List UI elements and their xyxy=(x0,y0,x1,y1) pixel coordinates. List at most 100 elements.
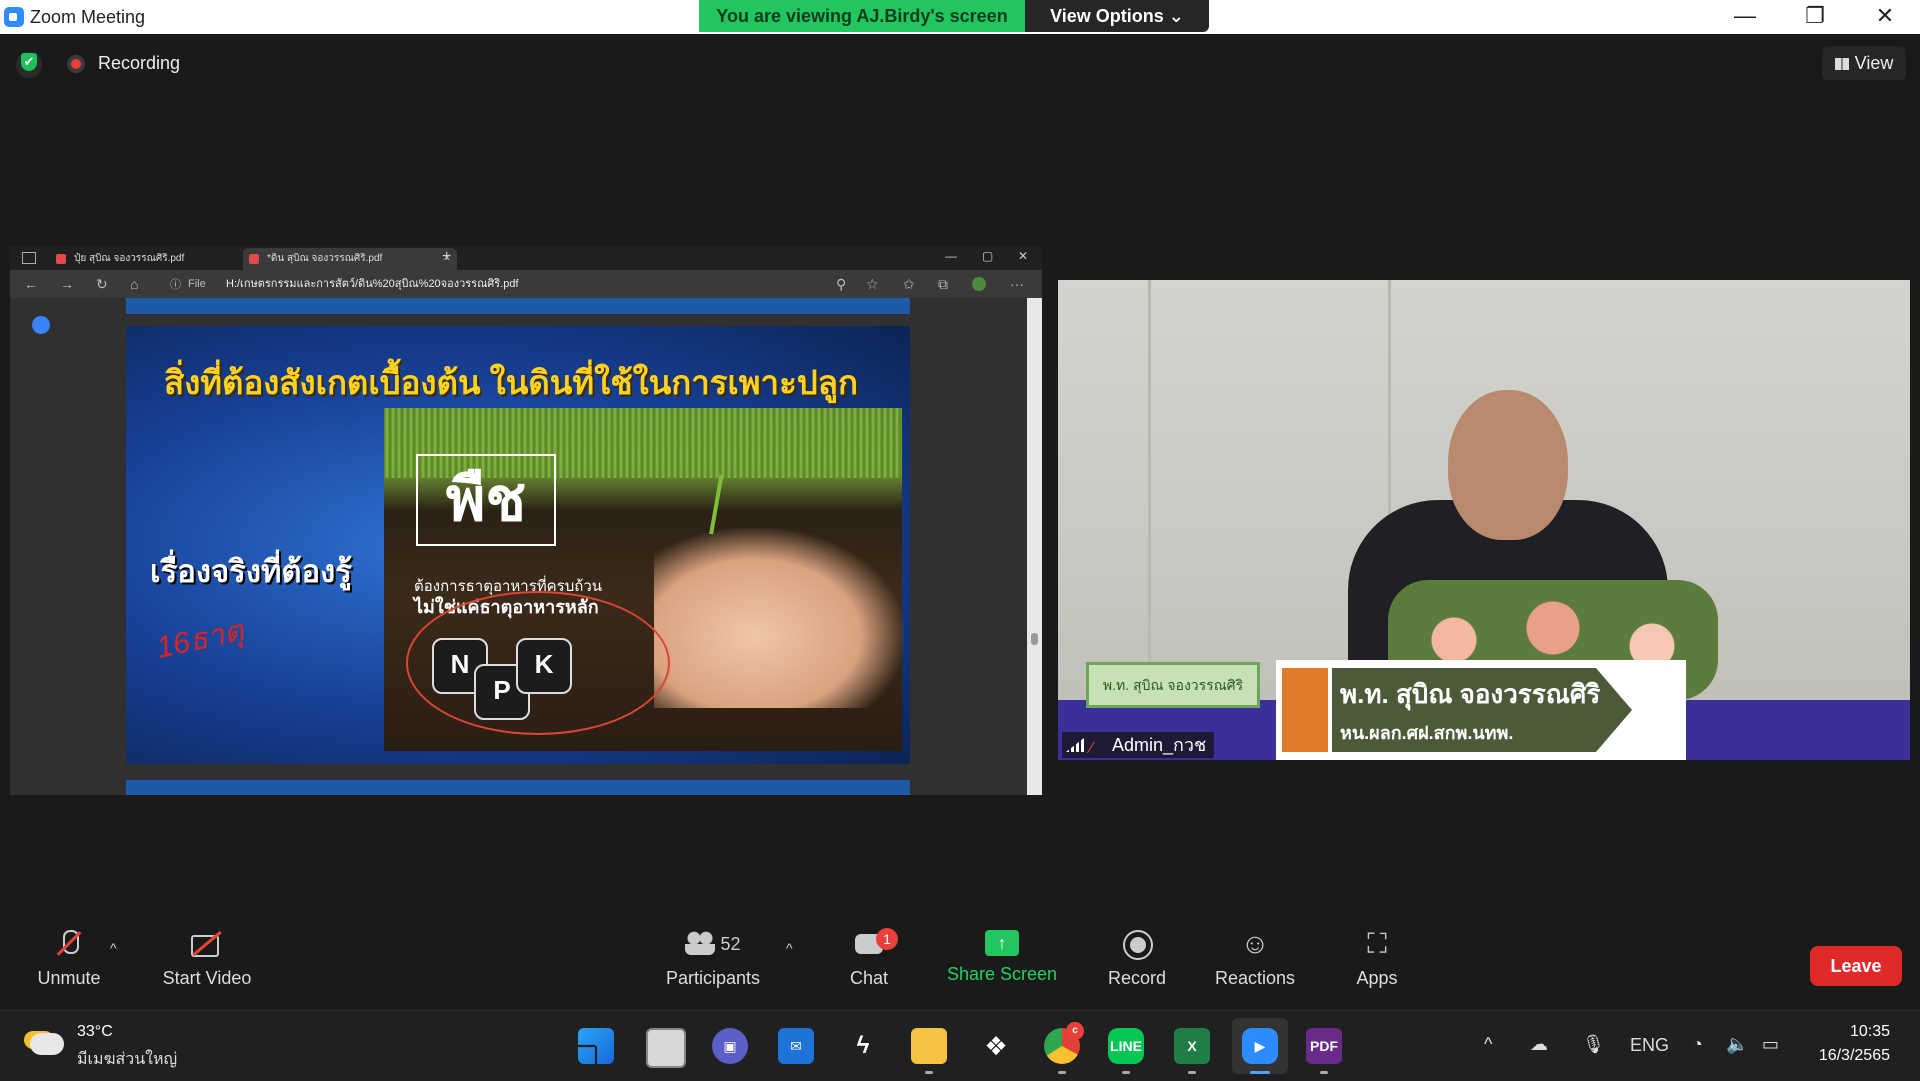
participants-label: Participants xyxy=(665,968,761,988)
zoom-icon[interactable]: ⚲ xyxy=(836,276,846,293)
wifi-icon[interactable]: ◔ xyxy=(1692,1034,1703,1055)
security-shield-icon[interactable] xyxy=(16,52,42,78)
participant-video[interactable]: พ.ท. สุบิณ จองวรรณศิริ พ.ท. สุบิณ จองวรร… xyxy=(1058,280,1910,760)
window-title: Zoom Meeting xyxy=(30,7,146,27)
start-video-button[interactable]: Start Video xyxy=(142,926,272,989)
teams-chat-icon[interactable]: ▣ xyxy=(712,1028,748,1064)
leave-button[interactable]: Leave xyxy=(1810,946,1902,986)
weather-cloud-icon[interactable] xyxy=(30,1033,64,1055)
record-button[interactable]: Record xyxy=(1072,926,1202,989)
pdf-file-icon xyxy=(56,254,66,264)
volume-icon[interactable]: 🔈 xyxy=(1726,1034,1748,1055)
url-field[interactable]: H:/เกษตรกรรมและการสัตว์/ดิน%20สุบิณ%20จอ… xyxy=(226,273,906,295)
home-icon[interactable]: ⌂ xyxy=(130,276,138,292)
chat-button[interactable]: 1 Chat xyxy=(804,926,934,989)
active-indicator xyxy=(1250,1071,1270,1074)
hands-illustration xyxy=(654,528,904,708)
slide-page: สิ่งที่ต้องสังเกตเบื้องต้น ในดินที่ใช้ใน… xyxy=(126,326,910,764)
clock-time[interactable]: 10:35 xyxy=(1830,1023,1890,1041)
scroll-thumb[interactable] xyxy=(1031,633,1038,645)
audio-options-caret-icon[interactable]: ^ xyxy=(110,940,117,956)
unmute-label: Unmute xyxy=(37,968,101,988)
app-lightning-icon[interactable]: ϟ xyxy=(845,1028,881,1064)
unmute-button[interactable]: Unmute xyxy=(4,926,134,989)
pdf-app-icon[interactable]: PDF xyxy=(1306,1028,1342,1064)
share-screen-button[interactable]: ↑ Share Screen xyxy=(937,926,1067,985)
chat-unread-badge: 1 xyxy=(876,928,898,950)
participants-caret-icon[interactable]: ^ xyxy=(786,940,793,956)
weather-description[interactable]: มีเมฆส่วนใหญ่ xyxy=(77,1047,177,1072)
restore-button[interactable]: ❐ xyxy=(1780,0,1850,32)
battery-icon[interactable]: ▭ xyxy=(1762,1034,1779,1055)
back-arrow-icon[interactable]: ← xyxy=(24,276,38,292)
pdf-scrollbar[interactable] xyxy=(1027,298,1042,795)
weather-temperature[interactable]: 33°C xyxy=(77,1023,113,1041)
minimize-button[interactable]: — xyxy=(1710,0,1780,32)
mic-muted-icon: ⁄ xyxy=(1090,740,1093,757)
excel-icon[interactable]: X xyxy=(1174,1028,1210,1064)
favorite-icon[interactable]: ☆ xyxy=(866,276,879,293)
clock-date[interactable]: 16/3/2565 xyxy=(1800,1047,1890,1065)
emoji-plus-icon: ☺ xyxy=(1240,928,1270,959)
language-indicator[interactable]: ENG xyxy=(1630,1035,1669,1056)
onedrive-cloud-icon[interactable]: ☁ xyxy=(1530,1034,1548,1055)
participants-button[interactable]: 52 Participants xyxy=(648,926,778,989)
new-tab-button[interactable]: + xyxy=(442,248,451,266)
windows-start-icon[interactable] xyxy=(578,1028,614,1064)
close-button[interactable]: ✕ xyxy=(1850,0,1920,32)
view-button[interactable]: View xyxy=(1822,46,1906,80)
pen-marker-icon[interactable] xyxy=(32,316,50,334)
signal-strength-icon xyxy=(1066,738,1084,752)
browser-tab-active[interactable]: *ดิน สุบิณ จองวรรณศิริ.pdf ✕ xyxy=(243,248,457,270)
mail-icon[interactable]: ✉ xyxy=(778,1028,814,1064)
slide-title: สิ่งที่ต้องสังเกตเบื้องต้น ในดินที่ใช้ใน… xyxy=(164,364,858,401)
slide-side-text: เรื่องจริงที่ต้องรู้ xyxy=(150,554,352,589)
line-app-icon[interactable]: LINE xyxy=(1108,1028,1144,1064)
share-arrow-icon: ↑ xyxy=(985,930,1019,956)
chrome-icon[interactable]: c xyxy=(1044,1022,1084,1064)
browser-address-bar: ← → ↻ ⌂ ⓘ File H:/เกษตรกรรมและการสัตว์/ด… xyxy=(10,270,1042,298)
recording-dot-icon xyxy=(67,55,85,73)
next-page-edge xyxy=(126,780,910,795)
chrome-profile-badge: c xyxy=(1066,1022,1084,1040)
collections-icon[interactable]: ⧉ xyxy=(938,276,948,293)
browser-tab[interactable]: ปุ๋ย สุบิณ จองวรรณศิริ.pdf ✕ xyxy=(50,248,259,270)
start-video-label: Start Video xyxy=(162,968,252,988)
dropbox-icon[interactable]: ❖ xyxy=(978,1028,1014,1064)
browser-tab-strip: ปุ๋ย สุบิณ จองวรรณศิริ.pdf ✕ *ดิน สุบิณ … xyxy=(10,246,1042,270)
pdf-viewer[interactable]: สิ่งที่ต้องสังเกตเบื้องต้น ในดินที่ใช้ใน… xyxy=(10,298,1027,795)
microphone-icon[interactable]: 🎙 xyxy=(1582,1034,1605,1055)
participants-icon: 52 xyxy=(668,926,758,962)
record-icon xyxy=(1117,926,1157,962)
reload-icon[interactable]: ↻ xyxy=(96,276,108,293)
favorites-bar-icon[interactable]: ✩ xyxy=(903,276,915,293)
apps-icon: ⛶ xyxy=(1367,928,1387,959)
info-icon[interactable]: ⓘ xyxy=(170,276,181,292)
task-view-icon[interactable] xyxy=(646,1028,686,1068)
running-indicator xyxy=(1320,1071,1328,1074)
apps-button[interactable]: ⛶ Apps xyxy=(1312,926,1442,989)
file-explorer-icon[interactable] xyxy=(911,1028,947,1064)
profile-icon[interactable] xyxy=(972,277,986,291)
meeting-toolbar: Unmute ^ Start Video 52 Participants ^ 1… xyxy=(0,918,1920,1010)
participants-count: 52 xyxy=(720,934,741,954)
tab-label: *ดิน สุบิณ จองวรรณศิริ.pdf xyxy=(267,253,383,264)
shared-screen[interactable]: ปุ๋ย สุบิณ จองวรรณศิริ.pdf ✕ *ดิน สุบิณ … xyxy=(10,246,1042,795)
chat-label: Chat xyxy=(849,968,889,988)
show-hidden-icons-icon[interactable]: ^ xyxy=(1484,1034,1492,1055)
browser-restore-icon[interactable]: ▢ xyxy=(982,249,993,263)
name-plate-line1: พ.ท. สุบิณ จองวรรณศิริ xyxy=(1340,679,1601,709)
reactions-button[interactable]: ☺ Reactions xyxy=(1190,926,1320,989)
pdf-file-icon xyxy=(249,254,259,264)
view-options-button[interactable]: View Options ⌄ xyxy=(1025,0,1209,32)
forward-arrow-icon[interactable]: → xyxy=(60,276,74,292)
grid-icon xyxy=(1834,58,1849,70)
browser-close-icon[interactable]: ✕ xyxy=(1018,249,1028,263)
view-options-label: View Options xyxy=(1050,6,1164,26)
participant-name-label: ⁄ Admin_กวช xyxy=(1062,732,1215,758)
sidebar-toggle-icon[interactable] xyxy=(22,252,36,264)
zoom-taskbar-icon[interactable]: ▶ xyxy=(1242,1028,1278,1064)
record-label: Record xyxy=(1107,968,1167,988)
browser-minimize-icon[interactable]: — xyxy=(945,249,957,263)
more-menu-icon[interactable]: ··· xyxy=(1010,276,1024,292)
